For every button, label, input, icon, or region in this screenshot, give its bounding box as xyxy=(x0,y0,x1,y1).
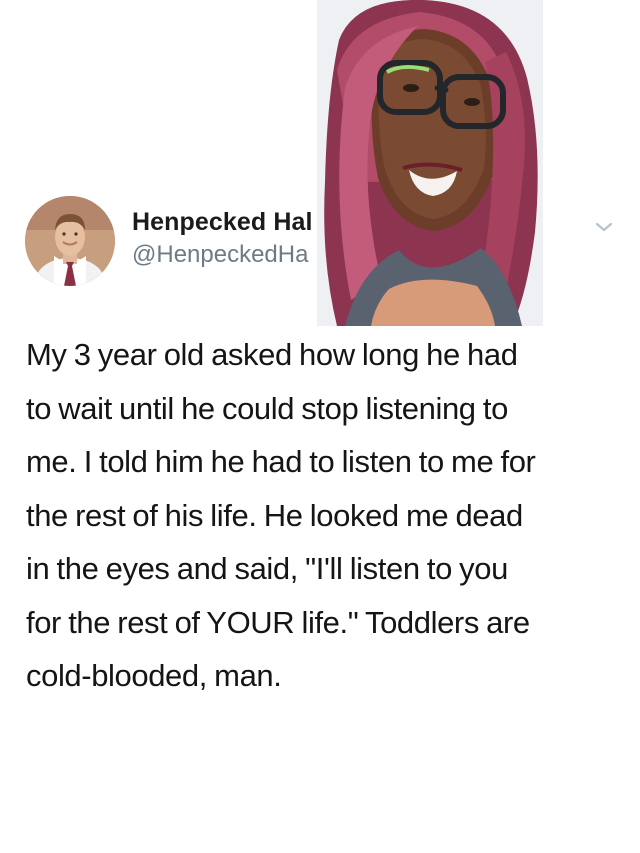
tweet-body: My 3 year old asked how long he had to w… xyxy=(26,328,618,703)
chevron-down-glyph xyxy=(595,222,613,232)
chevron-down-icon[interactable] xyxy=(592,218,616,236)
tweet-line-1: My 3 year old asked how long he had xyxy=(26,337,518,372)
tweet-line-6: for the rest of YOUR life." Toddlers are xyxy=(26,604,530,640)
tweet-line-7: cold-blooded, man. xyxy=(26,658,282,693)
tweet-line-5: in the eyes and said, "I'll listen to yo… xyxy=(26,551,508,586)
overlay-photo-illustration xyxy=(317,0,543,326)
tweet-card: Henpecked Hal @HenpeckedHa My 3 year old… xyxy=(0,0,640,853)
overlay-photo xyxy=(317,0,543,326)
author-avatar[interactable] xyxy=(25,196,115,286)
author-handle[interactable]: @HenpeckedHa xyxy=(132,241,308,269)
author-display-name[interactable]: Henpecked Hal xyxy=(132,208,313,237)
avatar-image xyxy=(25,196,115,286)
tweet-line-4: the rest of his life. He looked me dead xyxy=(26,497,523,533)
tweet-line-3: me. I told him he had to listen to me fo… xyxy=(26,444,536,479)
tweet-line-2: to wait until he could stop listening to xyxy=(26,390,508,426)
